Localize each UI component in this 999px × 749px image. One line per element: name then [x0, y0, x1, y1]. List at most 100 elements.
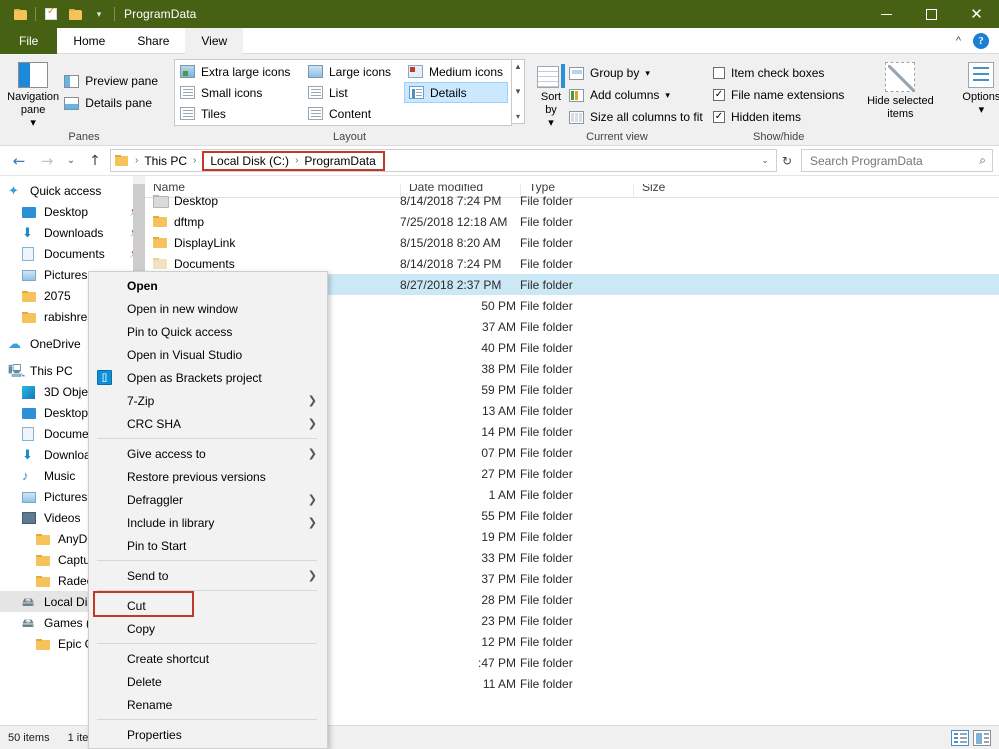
- sort-by-button[interactable]: Sort by ▾: [537, 58, 565, 130]
- folder-icon: [36, 573, 52, 589]
- layout-small-icons[interactable]: Small icons: [176, 82, 304, 103]
- table-row[interactable]: dftmp 7/25/2018 12:18 AM File folder: [145, 211, 999, 232]
- cell-date-modified: 38 PM: [481, 361, 516, 376]
- checkbox-icon[interactable]: [713, 67, 725, 79]
- layout-medium-icons[interactable]: Medium icons: [404, 61, 508, 82]
- navigation-pane-icon: [18, 62, 49, 88]
- chevron-right-icon: ❯: [307, 394, 317, 407]
- large-icons-view-icon[interactable]: [973, 729, 991, 746]
- search-input[interactable]: [808, 152, 980, 169]
- preview-pane-button[interactable]: Preview pane: [60, 70, 162, 92]
- menu-item-open-as-brackets-project[interactable]: [] Open as Brackets project: [89, 366, 327, 389]
- layout-details[interactable]: Details: [404, 82, 508, 103]
- tab-share[interactable]: Share: [121, 28, 185, 54]
- file-name-extensions-option[interactable]: ✓ File name extensions: [709, 84, 848, 106]
- menu-item-open-in-new-window[interactable]: Open in new window: [89, 297, 327, 320]
- options-button[interactable]: Options ▾: [952, 58, 999, 117]
- folder-icon[interactable]: [8, 2, 32, 26]
- menu-item-give-access-to[interactable]: Give access to ❯: [89, 442, 327, 465]
- chevron-right-icon: ❯: [307, 417, 317, 430]
- small-icons-icon: [180, 86, 195, 99]
- new-folder-icon[interactable]: [63, 2, 87, 26]
- music-icon: ♪: [22, 467, 29, 483]
- cell-date-modified: 7/25/2018 12:18 AM: [400, 214, 508, 229]
- layout-large-icons[interactable]: Large icons: [304, 61, 404, 82]
- breadcrumb-programdata[interactable]: ProgramData: [302, 154, 377, 168]
- details-pane-button[interactable]: Details pane: [60, 92, 162, 114]
- checkbox-checked-icon[interactable]: ✓: [713, 89, 725, 101]
- breadcrumb-this-pc[interactable]: This PC: [142, 154, 189, 168]
- size-all-columns-button[interactable]: Size all columns to fit: [565, 106, 707, 128]
- menu-item-open-in-visual-studio[interactable]: Open in Visual Studio: [89, 343, 327, 366]
- menu-item-open[interactable]: Open: [89, 274, 327, 297]
- tab-home[interactable]: Home: [57, 28, 121, 54]
- forward-button[interactable]: →: [34, 149, 60, 173]
- menu-item-pin-to-start[interactable]: Pin to Start: [89, 534, 327, 557]
- layout-label: Content: [329, 106, 372, 121]
- breadcrumb-separator[interactable]: ›: [189, 155, 200, 166]
- cell-date-modified: 12 PM: [481, 634, 516, 649]
- address-history-chevron-icon[interactable]: ⌄: [758, 155, 772, 166]
- up-button[interactable]: ↑: [82, 149, 108, 173]
- properties-icon[interactable]: [39, 2, 63, 26]
- menu-item-restore-previous-versions[interactable]: Restore previous versions: [89, 465, 327, 488]
- layout-content[interactable]: Content: [304, 103, 404, 124]
- menu-item-pin-to-quick-access[interactable]: Pin to Quick access: [89, 320, 327, 343]
- layout-list[interactable]: List: [304, 82, 404, 103]
- menu-item-properties[interactable]: Properties: [89, 723, 327, 746]
- group-by-button[interactable]: Group by ▾: [565, 62, 707, 84]
- breadcrumb-local-disk[interactable]: Local Disk (C:): [208, 154, 291, 168]
- sidebar-item-downloads[interactable]: ⬇Downloads📌: [0, 222, 145, 243]
- collapse-ribbon-icon[interactable]: ^: [952, 35, 965, 47]
- menu-item-send-to[interactable]: Send to ❯: [89, 564, 327, 587]
- details-view-icon[interactable]: [951, 729, 969, 746]
- minimize-button[interactable]: [864, 0, 909, 28]
- breadcrumb-separator[interactable]: ›: [291, 155, 302, 166]
- sidebar-item-desktop[interactable]: Desktop📌: [0, 201, 145, 222]
- layout-scroll-more-icon[interactable]: ▾: [516, 112, 520, 121]
- hidden-items-option[interactable]: ✓ Hidden items: [709, 106, 848, 128]
- item-check-boxes-option[interactable]: Item check boxes: [709, 62, 848, 84]
- maximize-button[interactable]: [909, 0, 954, 28]
- menu-item-copy[interactable]: Copy: [89, 617, 327, 640]
- breadcrumb-separator[interactable]: ›: [131, 155, 142, 166]
- menu-item-include-in-library[interactable]: Include in library ❯: [89, 511, 327, 534]
- menu-item-create-shortcut[interactable]: Create shortcut: [89, 647, 327, 670]
- back-button[interactable]: ←: [6, 149, 32, 173]
- search-box[interactable]: ⌕: [801, 149, 993, 172]
- refresh-button[interactable]: ↻: [779, 154, 795, 168]
- hide-selected-items-button[interactable]: Hide selected items: [860, 58, 940, 121]
- menu-item-rename[interactable]: Rename: [89, 693, 327, 716]
- menu-item-label: Defraggler: [127, 492, 184, 507]
- cell-type: File folder: [520, 403, 573, 418]
- layout-extra-large-icons[interactable]: Extra large icons: [176, 61, 304, 82]
- layout-scroll-up-icon[interactable]: ▲: [514, 62, 522, 71]
- add-columns-button[interactable]: Add columns ▾: [565, 84, 707, 106]
- table-row[interactable]: DisplayLink 8/15/2018 8:20 AM File folder: [145, 232, 999, 253]
- sidebar-item-label: Music: [44, 468, 76, 483]
- layout-scroll-buttons[interactable]: ▲ ▼ ▾: [512, 59, 525, 124]
- menu-item-label: Cut: [127, 598, 146, 613]
- close-button[interactable]: ✕: [954, 0, 999, 28]
- menu-item-cut[interactable]: Cut: [89, 594, 327, 617]
- menu-item-7-zip[interactable]: 7-Zip ❯: [89, 389, 327, 412]
- search-icon[interactable]: ⌕: [979, 153, 986, 168]
- help-icon[interactable]: ?: [973, 33, 989, 49]
- customize-chevron-icon[interactable]: ▾: [87, 2, 111, 26]
- checkbox-checked-icon[interactable]: ✓: [713, 111, 725, 123]
- table-row[interactable]: Desktop 8/14/2018 7:24 PM File folder: [145, 190, 999, 211]
- sidebar-item-documents[interactable]: Documents📌: [0, 243, 145, 264]
- layout-tiles[interactable]: Tiles: [176, 103, 304, 124]
- cell-type: File folder: [520, 550, 573, 565]
- recent-locations-button[interactable]: ⌄: [62, 149, 80, 173]
- menu-item-crc-sha[interactable]: CRC SHA ❯: [89, 412, 327, 435]
- sidebar-item-quick-access[interactable]: ✦ Quick access: [0, 180, 145, 201]
- tab-file[interactable]: File: [0, 28, 58, 54]
- tab-view[interactable]: View: [185, 28, 244, 54]
- menu-item-delete[interactable]: Delete: [89, 670, 327, 693]
- breadcrumb[interactable]: › This PC › Local Disk (C:) › ProgramDat…: [110, 149, 777, 172]
- layout-scroll-down-icon[interactable]: ▼: [514, 87, 522, 96]
- navigation-pane-button[interactable]: Navigation pane ▾: [6, 58, 60, 130]
- menu-item-defraggler[interactable]: Defraggler ❯: [89, 488, 327, 511]
- size-all-columns-label: Size all columns to fit: [590, 110, 703, 124]
